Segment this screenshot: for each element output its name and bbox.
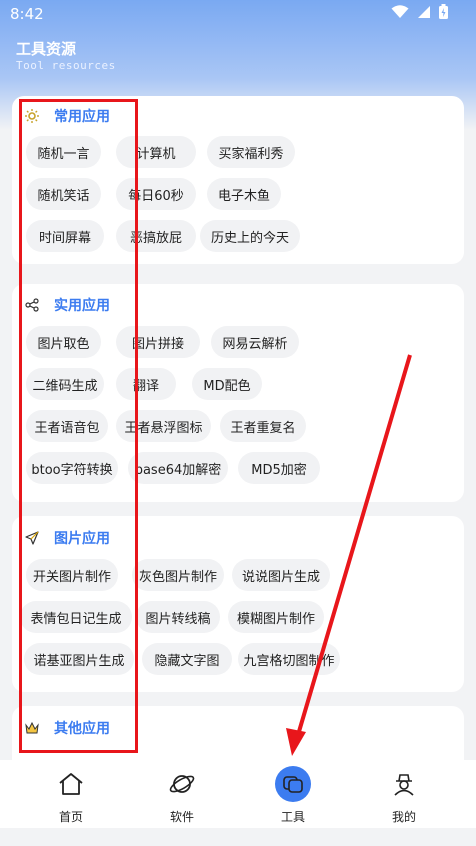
nav-home[interactable]: 首页 bbox=[26, 768, 116, 825]
nav-label: 软件 bbox=[169, 810, 194, 824]
tool-chip[interactable]: 模糊图片制作 bbox=[228, 601, 324, 633]
section-title: 其他应用 bbox=[54, 721, 110, 737]
wifi-icon bbox=[391, 4, 409, 18]
scrolled-content-peek bbox=[0, 828, 476, 846]
tool-chip[interactable]: 表情包日记生成 bbox=[20, 601, 132, 633]
tool-chip[interactable]: 随机笑话 bbox=[26, 178, 101, 210]
sun-icon bbox=[24, 108, 40, 124]
tool-chip[interactable]: 隐藏文字图 bbox=[142, 643, 232, 675]
send-icon bbox=[24, 530, 40, 546]
section-header-image: 图片应用 bbox=[24, 526, 110, 550]
tool-chip[interactable]: 开关图片制作 bbox=[26, 559, 118, 591]
tool-chip[interactable]: MD配色 bbox=[192, 368, 262, 400]
status-bar: 8:42 bbox=[0, 0, 476, 28]
tool-chip[interactable]: 计算机 bbox=[116, 136, 196, 168]
section-title: 图片应用 bbox=[54, 531, 110, 547]
tool-chip[interactable]: 图片取色 bbox=[26, 326, 101, 358]
section-card-utility: 实用应用 图片取色 图片拼接 网易云解析 二维码生成 翻译 MD配色 王者语音包… bbox=[12, 284, 464, 502]
tool-chip[interactable]: 王者语音包 bbox=[26, 410, 108, 442]
tools-icon bbox=[283, 776, 303, 793]
section-header-other: 其他应用 bbox=[24, 716, 110, 740]
user-icon bbox=[394, 774, 414, 796]
tool-chip[interactable]: 图片拼接 bbox=[116, 326, 200, 358]
tool-chip[interactable]: 买家福利秀 bbox=[207, 136, 295, 168]
status-icons bbox=[391, 4, 448, 19]
planet-icon bbox=[169, 775, 195, 793]
nav-software[interactable]: 软件 bbox=[137, 768, 227, 825]
tool-chip[interactable]: 翻译 bbox=[116, 368, 176, 400]
bottom-navigation: 首页 软件 工具 我的 bbox=[0, 760, 476, 828]
section-card-common: 常用应用 随机一言 计算机 买家福利秀 随机笑话 每日60秒 电子木鱼 时间屏幕… bbox=[12, 96, 464, 264]
signal-icon bbox=[418, 5, 430, 18]
nav-label: 首页 bbox=[58, 810, 83, 824]
nav-label: 我的 bbox=[391, 810, 416, 824]
section-header-common: 常用应用 bbox=[24, 104, 110, 128]
tool-chip[interactable]: 九宫格切图制作 bbox=[238, 643, 340, 675]
page-subtitle: Tool resources bbox=[16, 59, 116, 72]
tool-chip[interactable]: 王者重复名 bbox=[220, 410, 306, 442]
tool-chip[interactable]: 电子木鱼 bbox=[207, 178, 281, 210]
tool-chip[interactable]: 历史上的今天 bbox=[200, 220, 300, 252]
section-title: 实用应用 bbox=[54, 298, 110, 314]
tool-chip[interactable]: 二维码生成 bbox=[26, 368, 104, 400]
tool-chip[interactable]: base64加解密 bbox=[128, 452, 228, 484]
nav-active-indicator bbox=[275, 766, 311, 802]
nav-tools[interactable]: 工具 bbox=[248, 766, 338, 825]
tool-chip[interactable]: 说说图片生成 bbox=[232, 559, 330, 591]
section-title: 常用应用 bbox=[54, 109, 110, 125]
crown-icon bbox=[24, 720, 40, 736]
section-header-utility: 实用应用 bbox=[24, 293, 110, 317]
tool-chip[interactable]: 图片转线稿 bbox=[136, 601, 220, 633]
nav-mine[interactable]: 我的 bbox=[359, 768, 449, 825]
tool-chip[interactable]: 恶搞放屁 bbox=[116, 220, 196, 252]
tool-chip[interactable]: 灰色图片制作 bbox=[132, 559, 224, 591]
home-icon bbox=[59, 773, 83, 795]
tool-chip[interactable]: 随机一言 bbox=[26, 136, 101, 168]
tool-chip[interactable]: 时间屏幕 bbox=[26, 220, 104, 252]
tool-chip[interactable]: MD5加密 bbox=[238, 452, 320, 484]
share-icon bbox=[24, 297, 40, 313]
section-card-image: 图片应用 开关图片制作 灰色图片制作 说说图片生成 表情包日记生成 图片转线稿 … bbox=[12, 516, 464, 692]
battery-icon bbox=[439, 4, 448, 19]
tool-chip[interactable]: 诺基亚图片生成 bbox=[24, 643, 134, 675]
tool-chip[interactable]: 每日60秒 bbox=[116, 178, 196, 210]
tool-chip[interactable]: btoo字符转换 bbox=[26, 452, 118, 484]
nav-label: 工具 bbox=[280, 810, 305, 824]
status-time: 8:42 bbox=[10, 5, 44, 23]
tool-chip[interactable]: 王者悬浮图标 bbox=[116, 410, 211, 442]
page-title: 工具资源 bbox=[16, 40, 77, 58]
tool-chip[interactable]: 网易云解析 bbox=[211, 326, 299, 358]
